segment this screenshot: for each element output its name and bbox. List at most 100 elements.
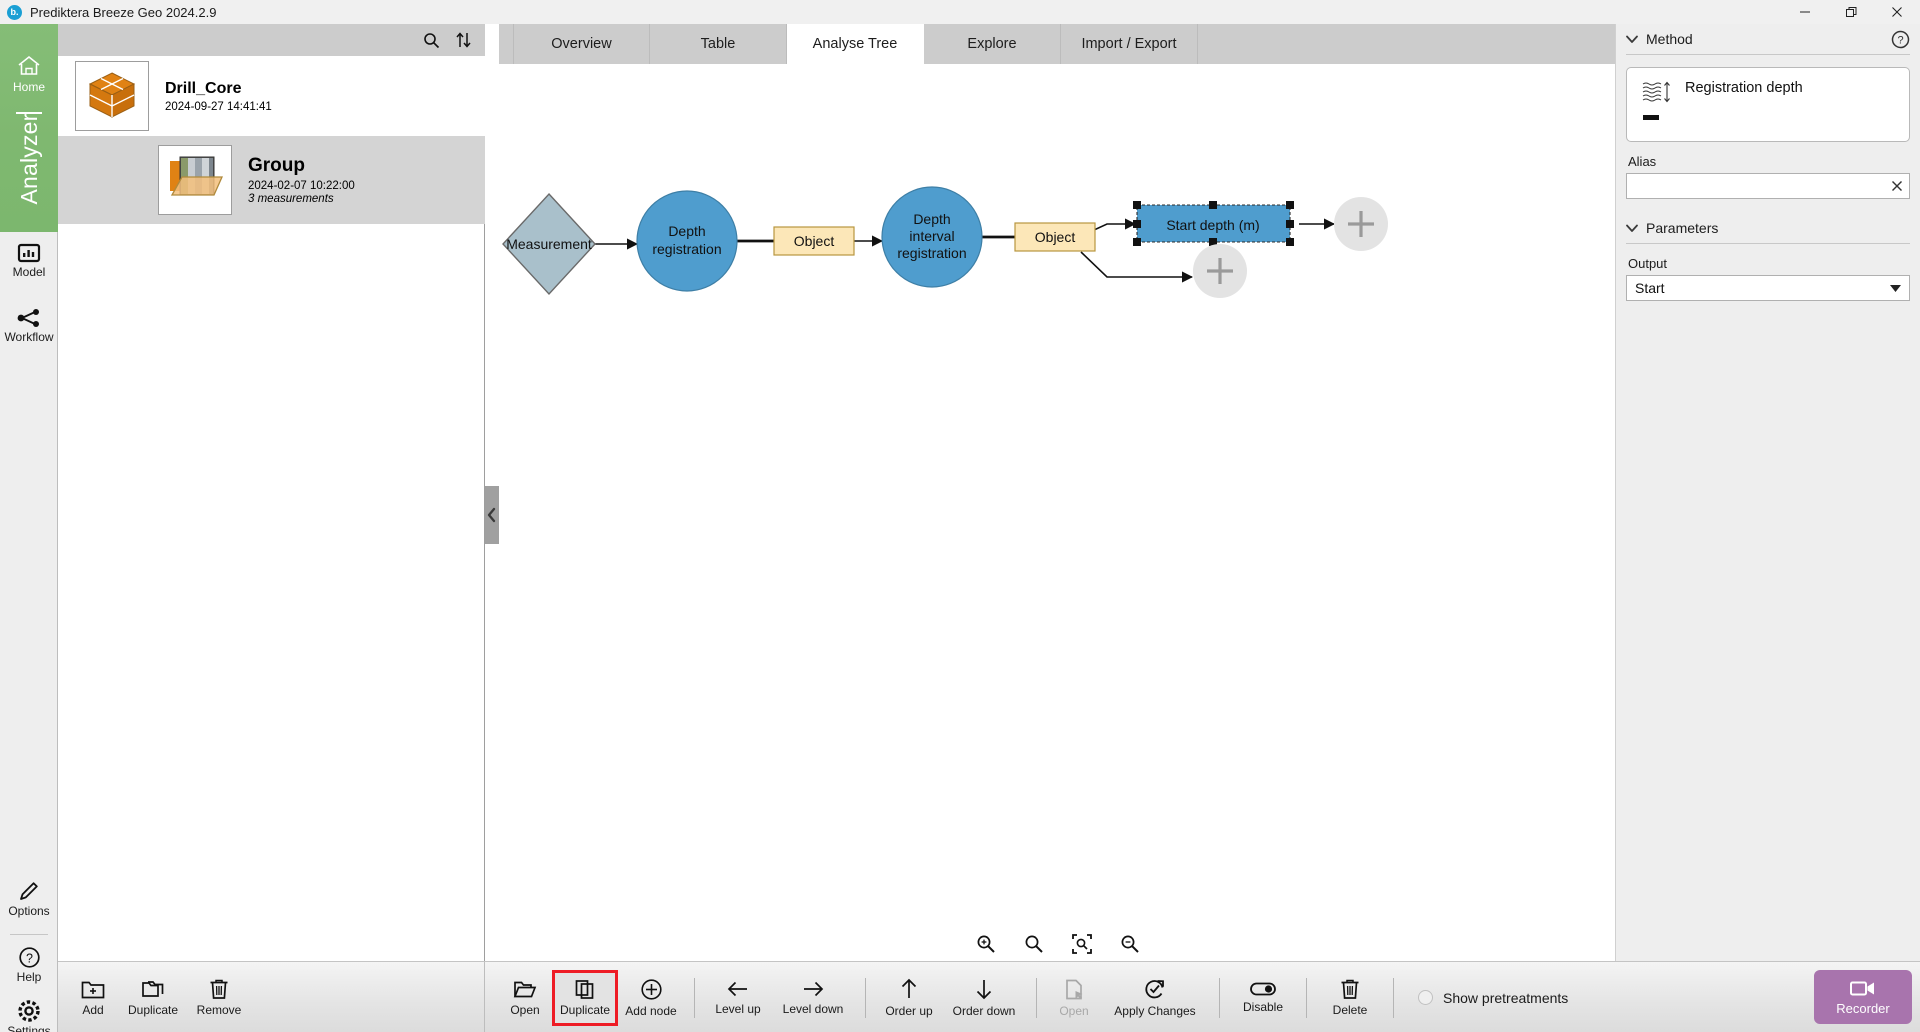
alias-label: Alias [1628, 154, 1657, 169]
sidebar-item-model[interactable]: Model [0, 242, 58, 279]
level-down-button[interactable]: Level down [771, 970, 855, 1026]
sidebar-item-workflow[interactable]: Workflow [0, 307, 58, 344]
analyse-tree-canvas[interactable]: Measurement Depth registration Object De… [499, 64, 1616, 961]
level-down-button-label: Level down [782, 1002, 844, 1016]
search-icon[interactable] [421, 30, 441, 50]
open-button[interactable]: Open [498, 970, 552, 1026]
window-controls [1782, 0, 1920, 24]
tree-node-depth-registration: Depth registration [636, 190, 738, 292]
duplicate-node-button[interactable]: Duplicate [552, 969, 618, 1026]
alias-input[interactable] [1633, 178, 1887, 194]
minimize-icon[interactable] [1782, 0, 1828, 24]
parameters-section-header[interactable]: Parameters [1616, 213, 1920, 243]
tab-table-label: Table [700, 36, 736, 52]
arrow-up-icon [899, 977, 919, 1001]
zoom-reset-icon[interactable] [1021, 931, 1047, 957]
method-section-rule [1626, 54, 1910, 55]
order-down-button-label: Order down [952, 1004, 1016, 1018]
duplicate-explorer-button-label: Duplicate [127, 1002, 179, 1017]
order-up-button[interactable]: Order up [876, 970, 942, 1026]
video-camera-icon [1849, 978, 1877, 998]
tab-strip: Overview Table Analyse Tree Explore Impo… [499, 24, 1616, 64]
tree-node-start-depth: Start depth (m) [1133, 201, 1294, 246]
tab-analyse-tree[interactable]: Analyse Tree [787, 24, 924, 64]
level-up-button-label: Level up [715, 1002, 761, 1016]
toolbar-divider [694, 977, 695, 1018]
zoom-fit-icon[interactable] [1069, 931, 1095, 957]
explorer-panel: Drill_Core 2024-09-27 14:41:41 Group 202… [58, 24, 485, 961]
tab-import-export[interactable]: Import / Export [1061, 24, 1198, 64]
document-cursor-icon [1064, 978, 1085, 1001]
disable-button[interactable]: Disable [1230, 970, 1296, 1026]
chevron-down-icon [1626, 224, 1638, 233]
caret-down-icon [1890, 284, 1901, 292]
duplicate-explorer-button[interactable]: Duplicate [120, 970, 186, 1026]
clear-x-icon[interactable] [1887, 180, 1903, 192]
open-node-button-label: Open [1059, 1003, 1089, 1018]
show-pretreatments-toggle[interactable]: Show pretreatments [1418, 990, 1568, 1006]
collapse-left-panel-handle[interactable] [485, 486, 499, 544]
bottom-toolbar: Add Duplicate Remove Open Duplicate Add … [58, 961, 1920, 1032]
parameters-section-rule [1626, 243, 1910, 244]
duplicate-node-button-label: Duplicate [559, 1003, 611, 1017]
sort-updown-icon[interactable] [453, 30, 473, 50]
tree-node-measurement: Measurement [502, 192, 596, 296]
tree-node-object-2: Object [1014, 222, 1096, 252]
arrow-down-icon [974, 977, 994, 1001]
question-circle-icon[interactable]: ? [1891, 30, 1910, 49]
folders-icon [141, 979, 165, 1000]
method-card-value-indicator [1643, 115, 1659, 120]
list-item[interactable]: Drill_Core 2024-09-27 14:41:41 [58, 56, 485, 136]
tab-explore-label: Explore [967, 36, 1017, 52]
open-button-label: Open [510, 1002, 540, 1017]
left-navigation-rail: Home Analyzer Model Workflow Options ? H… [0, 24, 58, 1032]
sidebar-item-help-label: Help [16, 970, 42, 984]
maximize-restore-icon[interactable] [1828, 0, 1874, 24]
zoom-out-icon[interactable] [1117, 931, 1143, 957]
sidebar-item-settings[interactable]: Settings [0, 999, 58, 1032]
sidebar-item-home-label: Home [12, 80, 45, 94]
svg-text:?: ? [1897, 34, 1903, 46]
zoom-in-icon[interactable] [973, 931, 999, 957]
tree-node-add-2 [1193, 244, 1247, 298]
svg-text:Depth: Depth [913, 211, 950, 227]
tree-node-add-1 [1334, 197, 1388, 251]
delete-button[interactable]: Delete [1317, 970, 1383, 1026]
sidebar-item-options[interactable]: Options [0, 879, 58, 918]
output-select[interactable]: Start [1626, 275, 1910, 301]
remove-button-label: Remove [196, 1003, 242, 1017]
explorer-toolbar [58, 24, 485, 56]
add-node-button[interactable]: Add node [618, 970, 684, 1026]
order-down-button[interactable]: Order down [942, 970, 1026, 1026]
sidebar-item-options-label: Options [8, 904, 50, 918]
sidebar-item-model-label: Model [12, 265, 46, 279]
registration-depth-icon [1641, 80, 1673, 104]
add-button[interactable]: Add [66, 970, 120, 1026]
window-title: Prediktera Breeze Geo 2024.2.9 [30, 4, 217, 20]
apply-changes-button[interactable]: Apply Changes [1101, 970, 1209, 1026]
radio-circle-icon[interactable] [1418, 990, 1433, 1005]
alias-field[interactable] [1626, 173, 1910, 199]
tab-table[interactable]: Table [650, 24, 787, 64]
svg-text:Object: Object [794, 233, 835, 249]
title-bar: b. Prediktera Breeze Geo 2024.2.9 [0, 0, 1920, 24]
sidebar-item-settings-label: Settings [7, 1024, 51, 1032]
chevron-left-icon [487, 507, 497, 523]
level-up-button[interactable]: Level up [705, 970, 771, 1026]
sidebar-item-home[interactable]: Home [0, 54, 58, 94]
close-icon[interactable] [1874, 0, 1920, 24]
sidebar-item-help[interactable]: ? Help [0, 946, 58, 984]
svg-text:registration: registration [652, 241, 721, 257]
workflow-nodes-icon [16, 307, 42, 329]
analyse-tree-graph: Measurement Depth registration Object De… [502, 186, 1388, 298]
parameters-section-title: Parameters [1646, 220, 1719, 236]
tab-explore[interactable]: Explore [924, 24, 1061, 64]
method-section-header[interactable]: Method ? [1616, 24, 1920, 54]
remove-button[interactable]: Remove [186, 970, 252, 1026]
method-card[interactable]: Registration depth [1626, 67, 1910, 142]
tab-overview[interactable]: Overview [513, 24, 650, 64]
list-item-timestamp: 2024-02-07 10:22:00 [248, 180, 355, 192]
recorder-button[interactable]: Recorder [1814, 970, 1912, 1024]
folder-plus-icon [81, 979, 105, 1000]
list-item[interactable]: Group 2024-02-07 10:22:00 3 measurements [58, 136, 485, 224]
